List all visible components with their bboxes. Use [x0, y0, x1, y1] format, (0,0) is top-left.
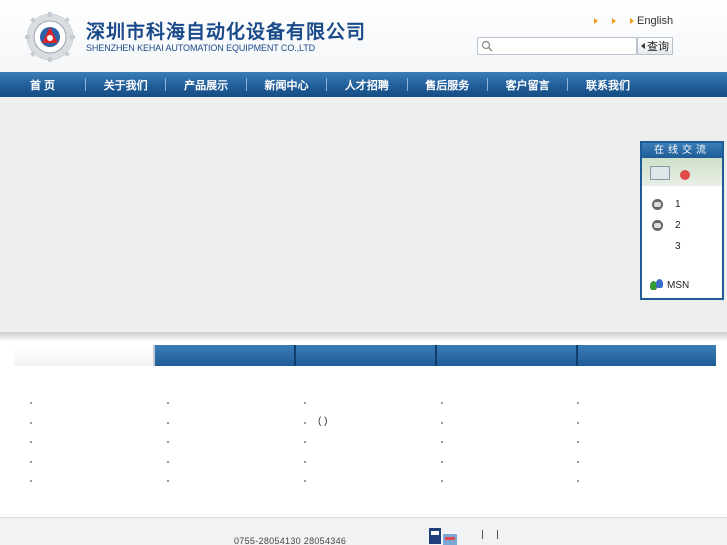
list-bullet — [304, 441, 306, 443]
list-bullet — [30, 480, 32, 482]
list-bullet — [577, 480, 579, 482]
tab-panel: ( ) — [14, 366, 716, 508]
tab-2[interactable] — [155, 345, 296, 366]
arrow-right-icon — [594, 18, 598, 24]
search-icon — [481, 40, 493, 52]
hero-banner — [0, 97, 727, 332]
footer-divider — [482, 530, 483, 539]
msn-icon — [650, 279, 664, 291]
search-button-label: 查询 — [647, 41, 669, 53]
list-bullet — [30, 441, 32, 443]
chat-msn-label: MSN — [667, 279, 690, 291]
hero-shadow — [0, 332, 727, 340]
list-bullet — [577, 461, 579, 463]
language-bar: English — [594, 14, 673, 28]
list-item-text[interactable]: ( ) — [318, 416, 327, 427]
company-name-en: SHENZHEN KEHAI AUTOMATION EQUIPMENT CO.,… — [86, 43, 316, 53]
list-bullet — [167, 422, 169, 424]
list-bullet — [304, 480, 306, 482]
nav-item-contact[interactable]: 联系我们 — [568, 72, 647, 97]
list-bullet — [167, 402, 169, 404]
nav-item-messages[interactable]: 客户留言 — [488, 72, 567, 97]
footer-divider — [497, 530, 498, 539]
qq-icon — [652, 219, 663, 231]
chat-title: 在线交流 — [642, 143, 722, 158]
list-bullet — [441, 461, 443, 463]
chat-banner-image — [642, 158, 722, 186]
nav-item-home[interactable]: 首 页 — [0, 72, 85, 97]
arrow-right-icon — [630, 18, 634, 24]
nav-item-news[interactable]: 新闻中心 — [247, 72, 326, 97]
certification-badge-icon[interactable] — [427, 526, 459, 545]
list-bullet — [441, 422, 443, 424]
content-tabs — [14, 345, 716, 366]
chat-contact-3[interactable]: 3 — [675, 239, 681, 253]
site-header: 深圳市科海自动化设备有限公司 SHENZHEN KEHAI AUTOMATION… — [0, 0, 727, 72]
list-bullet — [304, 422, 306, 424]
list-bullet — [441, 480, 443, 482]
tab-5[interactable] — [578, 345, 716, 366]
list-bullet — [30, 461, 32, 463]
list-bullet — [167, 480, 169, 482]
arrow-left-icon — [641, 43, 645, 49]
list-bullet — [441, 402, 443, 404]
search-button[interactable]: 查询 — [637, 37, 673, 55]
chat-contact-label: 1 — [675, 198, 681, 210]
list-bullet — [30, 402, 32, 404]
english-link[interactable]: English — [637, 15, 673, 27]
footer-phone: 0755-28054130 28054346 — [234, 536, 347, 545]
list-bullet — [577, 441, 579, 443]
nav-item-products[interactable]: 产品展示 — [166, 72, 245, 97]
chat-contact-2[interactable]: 2 — [652, 218, 681, 232]
chat-contact-1[interactable]: 1 — [652, 197, 681, 211]
list-bullet — [30, 422, 32, 424]
online-chat-widget: 在线交流 1 2 3 MSN — [640, 141, 724, 300]
tab-1[interactable] — [14, 345, 155, 366]
list-bullet — [304, 461, 306, 463]
list-bullet — [577, 402, 579, 404]
company-logo-icon[interactable] — [25, 12, 75, 62]
tab-3[interactable] — [296, 345, 437, 366]
tab-4[interactable] — [437, 345, 578, 366]
list-bullet — [167, 441, 169, 443]
site-footer: 0755-28054130 28054346 — [0, 517, 727, 545]
chat-contact-label: 2 — [675, 219, 681, 231]
company-name-cn: 深圳市科海自动化设备有限公司 — [86, 21, 367, 43]
search-box — [477, 37, 637, 55]
nav-item-service[interactable]: 售后服务 — [408, 72, 487, 97]
list-bullet — [167, 461, 169, 463]
computer-icon — [650, 166, 670, 180]
list-bullet — [441, 441, 443, 443]
search-input[interactable] — [496, 39, 634, 53]
main-nav: 首 页 关于我们 产品展示 新闻中心 人才招聘 售后服务 客户留言 联系我们 — [0, 72, 727, 97]
nav-item-about[interactable]: 关于我们 — [86, 72, 165, 97]
list-bullet — [304, 402, 306, 404]
ball-icon — [680, 170, 690, 180]
chat-contact-label: 3 — [675, 240, 681, 252]
list-bullet — [577, 422, 579, 424]
arrow-right-icon — [612, 18, 616, 24]
chat-msn[interactable]: MSN — [650, 278, 689, 292]
nav-item-careers[interactable]: 人才招聘 — [327, 72, 406, 97]
qq-icon — [652, 198, 663, 210]
